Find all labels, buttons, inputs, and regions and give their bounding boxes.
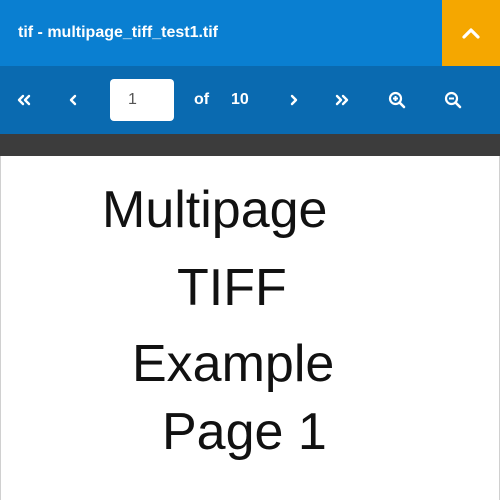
document-line-2: TIFF	[177, 259, 287, 317]
title-bar: tif - multipage_tiff_test1.tif	[0, 0, 500, 66]
double-chevron-left-icon	[16, 93, 32, 107]
page-toolbar: of 10	[0, 66, 500, 134]
total-pages: 10	[231, 91, 249, 108]
zoom-in-button[interactable]	[382, 66, 412, 134]
double-chevron-right-icon	[334, 93, 350, 107]
toolbar-divider	[0, 134, 500, 156]
document-line-4: Page 1	[162, 403, 327, 461]
chevron-left-icon	[68, 93, 78, 107]
next-page-button[interactable]	[279, 66, 309, 134]
collapse-button[interactable]	[442, 0, 500, 66]
document-viewer[interactable]: Multipage TIFF Example Page 1	[0, 156, 500, 500]
zoom-in-icon	[388, 91, 406, 109]
first-page-button[interactable]	[8, 66, 40, 134]
window-title: tif - multipage_tiff_test1.tif	[18, 24, 219, 41]
of-label: of	[194, 91, 210, 108]
current-page-input[interactable]	[110, 79, 174, 121]
zoom-out-icon	[444, 91, 462, 109]
zoom-out-button[interactable]	[438, 66, 468, 134]
document-line-3: Example	[132, 335, 335, 393]
previous-page-button[interactable]	[58, 66, 88, 134]
last-page-button[interactable]	[326, 66, 358, 134]
document-line-1: Multipage	[102, 181, 328, 239]
chevron-right-icon	[289, 93, 299, 107]
chevron-up-icon	[461, 26, 481, 40]
